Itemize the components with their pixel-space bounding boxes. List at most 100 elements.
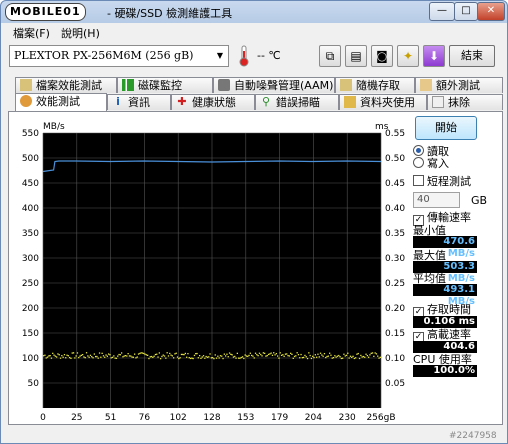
- access-time-point: [205, 355, 207, 358]
- access-time-point: [101, 352, 103, 354]
- y-right-tick-label: 0.45: [385, 179, 405, 189]
- window-title: - 硬碟/SSD 檢測維護工具: [107, 7, 233, 20]
- access-time-point: [79, 355, 81, 357]
- access-time-point: [336, 355, 339, 357]
- screenshot-button[interactable]: ◙: [371, 45, 393, 67]
- access-time-point: [371, 352, 374, 354]
- tab-health[interactable]: ✚ 健康狀態: [171, 94, 255, 110]
- transfer-rate-checkbox[interactable]: ✓ 傳輸速率: [413, 211, 471, 226]
- copy-text-button[interactable]: ▤: [345, 45, 367, 67]
- tab-label: 效能測試: [36, 95, 80, 108]
- access-time-point: [301, 357, 303, 359]
- access-time-point: [147, 354, 149, 356]
- y-left-tick-label: 350: [22, 229, 39, 239]
- x-tick-label: 153: [237, 413, 254, 423]
- y-right-tick-label: 0.15: [385, 329, 405, 339]
- close-button[interactable]: ✕: [477, 2, 505, 21]
- access-time-point: [245, 355, 248, 357]
- access-time-point: [306, 357, 309, 360]
- minimize-button[interactable]: —: [429, 2, 455, 21]
- access-time-point: [347, 352, 349, 354]
- tab-extra-tests[interactable]: 額外測試: [415, 77, 503, 93]
- access-time-point: [141, 352, 144, 354]
- access-time-point: [83, 356, 85, 358]
- access-time-point: [131, 356, 133, 358]
- access-time-point: [249, 352, 251, 354]
- y-right-tick-label: 0.10: [385, 354, 405, 364]
- access-time-point: [356, 353, 358, 355]
- tab-random-access[interactable]: 隨機存取: [335, 77, 415, 93]
- tab-file-benchmark[interactable]: 檔案效能測試: [15, 77, 117, 93]
- access-time-point: [355, 357, 357, 359]
- access-time-point: [121, 352, 123, 354]
- menu-file[interactable]: 檔案(F): [13, 25, 50, 41]
- drive-select[interactable]: PLEXTOR PX-256M6M (256 gB) ▼: [9, 45, 229, 67]
- min-value: 470.6 MB/s: [413, 236, 477, 259]
- access-time-point: [156, 353, 158, 355]
- y-right-tick-label: 0.50: [385, 154, 405, 164]
- tab-benchmark[interactable]: 效能測試: [15, 93, 107, 111]
- access-time-point: [326, 355, 328, 358]
- tab-label: 錯誤掃瞄: [276, 96, 320, 109]
- tab-label: 額外測試: [436, 79, 480, 92]
- access-time-point: [124, 355, 127, 357]
- tab-error-scan[interactable]: ⚲ 錯誤掃瞄: [255, 94, 339, 110]
- access-time-point: [188, 357, 190, 359]
- copy-button[interactable]: ⧉: [319, 45, 341, 67]
- access-time-point: [114, 357, 116, 359]
- access-time-point: [290, 352, 292, 354]
- access-time-point: [52, 352, 54, 354]
- access-time-point: [334, 355, 336, 357]
- access-time-point: [282, 354, 284, 356]
- access-time-point: [193, 354, 196, 357]
- access-time-point: [365, 353, 367, 355]
- exit-button[interactable]: 結束: [449, 45, 495, 67]
- tab-disk-monitor[interactable]: 磁碟監控: [117, 77, 213, 93]
- access-time-point: [108, 353, 110, 355]
- burst-rate-checkbox[interactable]: ✓ 高載速率: [413, 328, 471, 343]
- tab-aam[interactable]: 自動噪聲管理(AAM): [213, 77, 335, 93]
- tab-erase[interactable]: 抹除: [427, 94, 503, 110]
- access-time-checkbox[interactable]: ✓ 存取時間: [413, 303, 471, 318]
- tab-label: 自動噪聲管理(AAM): [234, 79, 334, 92]
- health-cross-icon: ✚: [177, 95, 187, 108]
- burst-rate-label: 高載速率: [427, 328, 471, 341]
- access-time-point: [50, 357, 53, 359]
- access-time-point: [214, 354, 216, 356]
- access-time-point: [137, 353, 140, 355]
- access-time-point: [303, 356, 305, 359]
- access-time-point: [199, 355, 201, 357]
- bar-chart-icon: [122, 79, 134, 91]
- access-time-point: [192, 357, 194, 360]
- access-time-point: [329, 352, 331, 354]
- start-button[interactable]: 開始: [415, 116, 477, 140]
- access-time-point: [85, 352, 88, 354]
- tab-info[interactable]: i 資訊: [107, 94, 171, 110]
- access-time-point: [244, 354, 246, 356]
- access-time-point: [196, 352, 198, 355]
- test-size-input[interactable]: 40: [413, 192, 460, 208]
- options-button[interactable]: ✦: [397, 45, 419, 67]
- access-time-point: [343, 353, 345, 355]
- access-time-point: [279, 352, 281, 354]
- tab-folder-usage[interactable]: 資料夾使用: [339, 94, 427, 110]
- access-time-point: [98, 352, 101, 354]
- burst-rate-value: 404.6 MB/s: [413, 341, 477, 364]
- access-time-point: [48, 355, 50, 357]
- access-time-point: [182, 353, 184, 356]
- tools-icon: ✦: [402, 49, 414, 63]
- y-left-tick-label: 450: [22, 179, 39, 189]
- y-right-tick-label: 0.35: [385, 229, 405, 239]
- access-time-point: [331, 357, 333, 359]
- access-time-point: [314, 354, 316, 356]
- maximize-button[interactable]: □: [454, 2, 478, 21]
- access-time-point: [126, 355, 128, 357]
- access-time-point: [210, 357, 212, 359]
- short-test-checkbox[interactable]: 短程測試: [413, 175, 471, 188]
- save-button[interactable]: ⬇: [423, 45, 445, 67]
- access-time-point: [66, 354, 68, 356]
- menu-help[interactable]: 說明(H): [61, 25, 100, 41]
- access-time-point: [340, 357, 342, 360]
- write-radio[interactable]: 寫入: [413, 157, 449, 170]
- x-tick-label: 51: [105, 413, 116, 423]
